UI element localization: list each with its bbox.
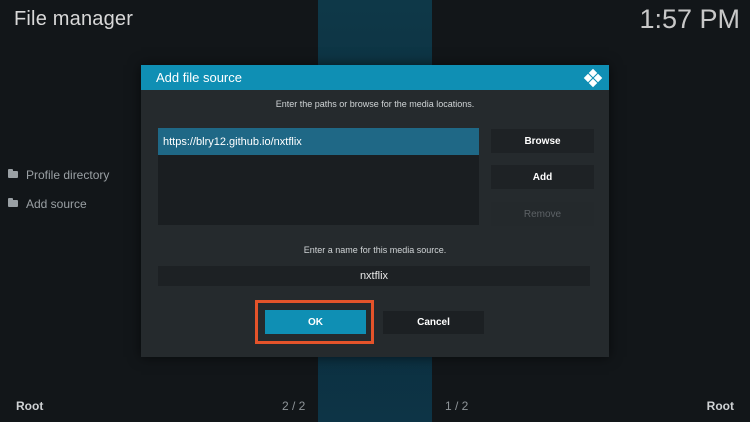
- footer-root-right: Root: [706, 399, 734, 413]
- footer: Root 2 / 2 1 / 2 Root: [0, 396, 750, 416]
- window-title: File manager: [14, 8, 134, 30]
- path-list-item[interactable]: https://blry12.github.io/nxtflix: [158, 128, 479, 155]
- sidebar-item-label: Profile directory: [26, 167, 110, 182]
- footer-page-left: 2 / 2: [282, 399, 306, 413]
- ok-button[interactable]: OK: [265, 310, 366, 334]
- add-file-source-dialog: Add file source Enter the paths or brows…: [141, 65, 609, 357]
- footer-root-left: Root: [16, 399, 44, 413]
- source-name-input[interactable]: nxtflix: [158, 266, 590, 286]
- dialog-header: Add file source: [141, 65, 609, 90]
- dialog-description: Enter the paths or browse for the media …: [275, 99, 475, 109]
- folder-icon: [8, 169, 18, 178]
- add-button[interactable]: Add: [491, 165, 594, 189]
- kodi-icon: [583, 68, 603, 87]
- browse-button[interactable]: Browse: [491, 129, 594, 153]
- path-list[interactable]: https://blry12.github.io/nxtflix: [158, 128, 479, 225]
- clock: 1:57 PM: [639, 4, 740, 34]
- sidebar-item-label: Add source: [26, 196, 87, 211]
- footer-page-right: 1 / 2: [445, 399, 469, 413]
- sidebar: Profile directory Add source: [8, 160, 109, 218]
- cancel-button[interactable]: Cancel: [383, 311, 484, 334]
- sidebar-item-profile-directory[interactable]: Profile directory: [8, 160, 109, 189]
- remove-button[interactable]: Remove: [491, 202, 594, 226]
- sidebar-item-add-source[interactable]: Add source: [8, 189, 109, 218]
- folder-icon: [8, 198, 18, 207]
- dialog-title: Add file source: [156, 70, 242, 85]
- name-prompt: Enter a name for this media source.: [303, 245, 447, 255]
